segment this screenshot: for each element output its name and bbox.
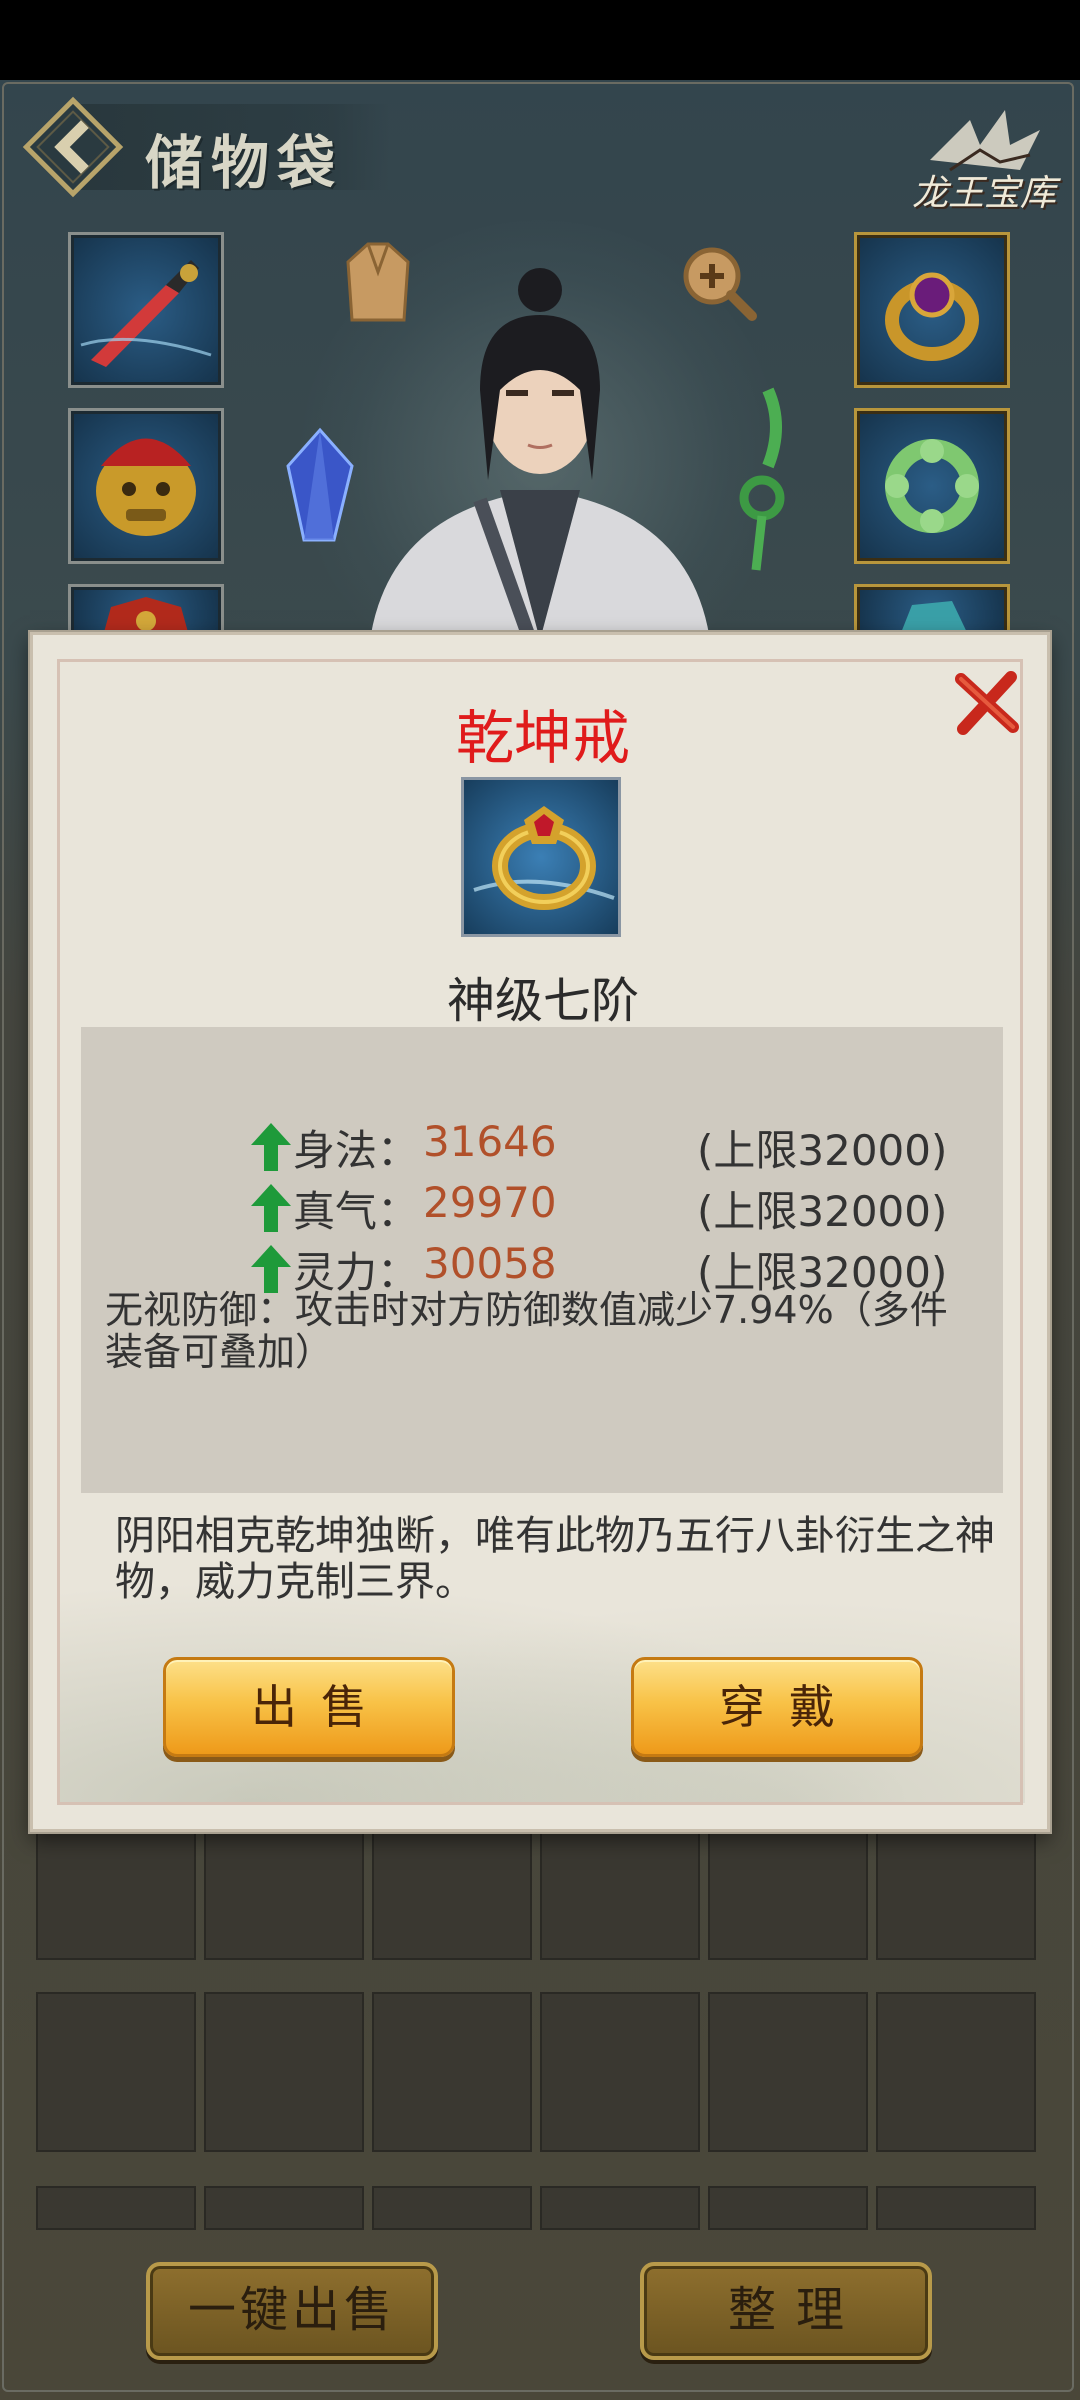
item-icon-frame xyxy=(461,777,621,937)
page-title: 储物袋 xyxy=(145,129,344,197)
ring-icon xyxy=(473,806,615,910)
inventory-grid xyxy=(36,1830,1046,2230)
stat-label: 身法： xyxy=(293,1126,420,1175)
arrow-up-icon xyxy=(251,1123,291,1171)
equip-button[interactable]: 穿戴 xyxy=(631,1657,923,1757)
inventory-slot[interactable] xyxy=(372,2186,532,2230)
inventory-slot[interactable] xyxy=(372,1992,532,2152)
inventory-slot[interactable] xyxy=(876,1992,1036,2152)
equip-slot-helmet[interactable] xyxy=(68,408,224,564)
back-button[interactable] xyxy=(18,92,128,202)
jade-bracelet-icon xyxy=(885,439,979,533)
quick-sell-button[interactable]: 一键出售 xyxy=(146,2262,438,2360)
inventory-slot[interactable] xyxy=(36,2186,196,2230)
stat-row-true-qi: 真气： 29970 (上限32000) xyxy=(81,1178,1003,1236)
stat-value: 30058 xyxy=(423,1239,557,1288)
sell-button[interactable]: 出售 xyxy=(163,1657,455,1757)
special-effect-text: 无视防御：攻击时对方防御数值减少7.94%（多件装备可叠加） xyxy=(105,1288,948,1374)
brand-logo-text: 龙王宝库 xyxy=(912,173,1057,214)
status-bar xyxy=(0,0,1080,80)
stat-value: 31646 xyxy=(423,1117,557,1166)
inventory-slot[interactable] xyxy=(540,2186,700,2230)
sort-button[interactable]: 整理 xyxy=(640,2262,932,2360)
inventory-slot[interactable] xyxy=(204,1830,364,1960)
item-name: 乾坤戒 xyxy=(455,704,630,772)
inventory-slot[interactable] xyxy=(204,1992,364,2152)
inventory-slot[interactable] xyxy=(372,1830,532,1960)
item-detail-popup: 乾坤戒 神级七阶 身法： 31646 (上限32000) 真气： 29970 (… xyxy=(30,632,1050,1832)
back-arrow-icon xyxy=(22,96,124,198)
inventory-slot[interactable] xyxy=(540,1830,700,1960)
equip-slot-weapon[interactable] xyxy=(68,232,224,388)
ring-icon xyxy=(885,272,979,361)
inventory-slot[interactable] xyxy=(36,1830,196,1960)
stats-panel: 身法： 31646 (上限32000) 真气： 29970 (上限32000) … xyxy=(81,1027,1003,1493)
item-description: 阴阳相克乾坤独断，唯有此物乃五行八卦衍生之神物，威力克制三界。 xyxy=(115,1513,995,1605)
equip-slot-ring[interactable] xyxy=(854,232,1010,388)
inventory-slot[interactable] xyxy=(708,1992,868,2152)
stat-value: 29970 xyxy=(423,1178,557,1227)
stat-limit: (上限32000) xyxy=(697,1187,948,1236)
inventory-slot[interactable] xyxy=(876,1830,1036,1960)
arrow-up-icon xyxy=(251,1184,291,1232)
inventory-slot[interactable] xyxy=(540,1992,700,2152)
beast-helmet-icon xyxy=(96,438,196,536)
sword-icon xyxy=(80,260,212,367)
stat-row-agility: 身法： 31646 (上限32000) xyxy=(81,1117,1003,1175)
inventory-slot[interactable] xyxy=(204,2186,364,2230)
inventory-slot[interactable] xyxy=(36,1992,196,2152)
equip-slot-bracelet[interactable] xyxy=(854,408,1010,564)
stat-row-spirit: 灵力： 30058 (上限32000) xyxy=(81,1239,1003,1297)
inventory-slot[interactable] xyxy=(876,2186,1036,2230)
item-grade: 神级七阶 xyxy=(446,973,639,1029)
player-character xyxy=(370,268,710,640)
stat-label: 真气： xyxy=(293,1187,420,1236)
inventory-slot[interactable] xyxy=(708,1830,868,1960)
stat-limit: (上限32000) xyxy=(697,1126,948,1175)
inventory-slot[interactable] xyxy=(708,2186,868,2230)
